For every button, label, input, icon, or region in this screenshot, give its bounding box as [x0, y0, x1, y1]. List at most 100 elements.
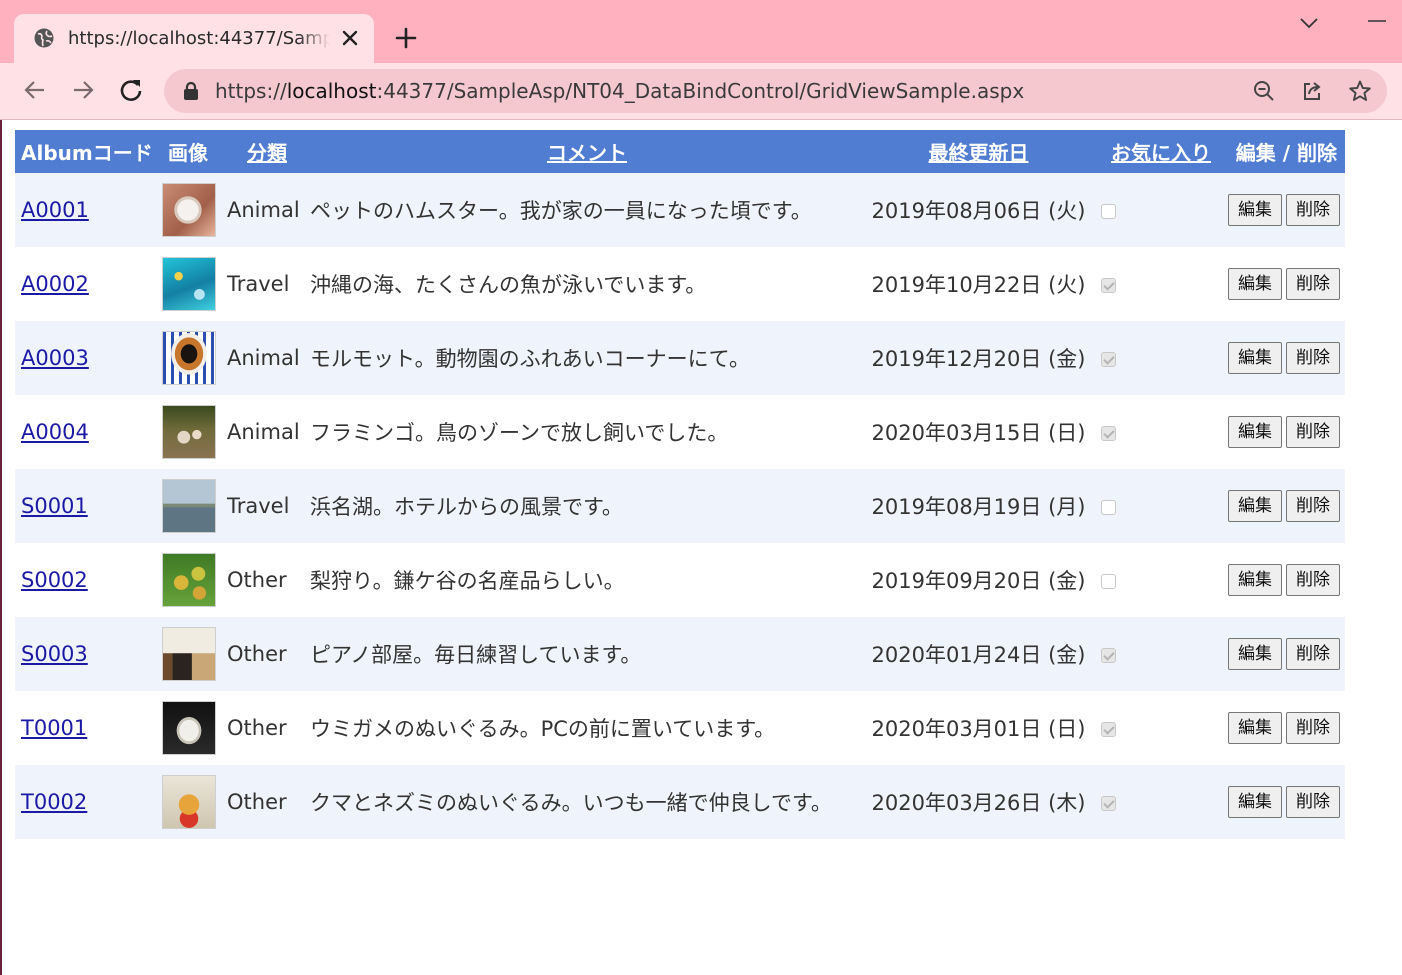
- star-icon[interactable]: [1348, 79, 1372, 103]
- comment-cell: モルモット。動物園のふれあいコーナーにて。: [310, 321, 864, 395]
- edit-button[interactable]: 編集: [1228, 564, 1282, 596]
- edit-button[interactable]: 編集: [1228, 194, 1282, 226]
- category-cell: Other: [227, 765, 310, 839]
- delete-button[interactable]: 削除: [1286, 638, 1340, 670]
- chevron-down-icon[interactable]: [1298, 12, 1320, 34]
- edit-button[interactable]: 編集: [1228, 490, 1282, 522]
- delete-button[interactable]: 削除: [1286, 712, 1340, 744]
- comment-cell: 梨狩り。鎌ケ谷の名産品らしい。: [310, 543, 864, 617]
- address-bar[interactable]: https://localhost:44377/SampleAsp/NT04_D…: [164, 69, 1387, 113]
- delete-button[interactable]: 削除: [1286, 342, 1340, 374]
- image-cell: [162, 691, 227, 765]
- delete-button[interactable]: 削除: [1286, 416, 1340, 448]
- album-code-link[interactable]: A0003: [21, 346, 89, 370]
- header-image: 画像: [162, 130, 227, 173]
- grid-body: A0001 Animal ペットのハムスター。我が家の一員になった頃です。 2019年…: [15, 173, 1345, 839]
- sort-favorite-link[interactable]: お気に入り: [1111, 141, 1211, 165]
- album-code-link[interactable]: A0001: [21, 198, 89, 222]
- header-favorite: お気に入り: [1093, 130, 1215, 173]
- category-cell: Other: [227, 543, 310, 617]
- album-code-link[interactable]: T0002: [21, 790, 87, 814]
- table-row: S0003 Other ピアノ部屋。毎日練習しています。 2020年01月24日 (金…: [15, 617, 1345, 691]
- table-row: S0002 Other 梨狩り。鎌ケ谷の名産品らしい。 2019年09月20日 (金)…: [15, 543, 1345, 617]
- header-updated: 最終更新日: [864, 130, 1093, 173]
- favorite-checkbox: [1101, 351, 1116, 367]
- album-code-cell: A0004: [15, 395, 162, 469]
- edit-button[interactable]: 編集: [1228, 638, 1282, 670]
- hamster-thumbnail: [162, 183, 216, 237]
- reload-icon[interactable]: [118, 77, 144, 103]
- pears-thumbnail: [162, 553, 216, 607]
- zoom-icon[interactable]: [1252, 79, 1276, 103]
- category-cell: Animal: [227, 173, 310, 247]
- category-cell: Other: [227, 617, 310, 691]
- updated-date-cell: 2019年09月20日 (金): [864, 543, 1093, 617]
- edit-button[interactable]: 編集: [1228, 786, 1282, 818]
- album-code-cell: T0001: [15, 691, 162, 765]
- header-actions: 編集 / 削除: [1215, 130, 1345, 173]
- delete-button[interactable]: 削除: [1286, 268, 1340, 300]
- lock-icon[interactable]: [182, 81, 200, 101]
- album-code-link[interactable]: A0004: [21, 420, 89, 444]
- header-category: 分類: [227, 130, 310, 173]
- updated-date-cell: 2019年10月22日 (火): [864, 247, 1093, 321]
- minimize-icon[interactable]: [1366, 10, 1388, 32]
- sort-comment-link[interactable]: コメント: [547, 141, 627, 165]
- favorite-cell: [1093, 617, 1215, 691]
- table-row: A0002 Travel 沖縄の海、たくさんの魚が泳いでいます。 2019年10月22…: [15, 247, 1345, 321]
- favorite-checkbox: [1101, 203, 1116, 219]
- favorite-checkbox: [1101, 277, 1116, 293]
- album-code-cell: A0003: [15, 321, 162, 395]
- url-host: localhost: [286, 79, 377, 103]
- edit-button[interactable]: 編集: [1228, 712, 1282, 744]
- album-code-cell: T0002: [15, 765, 162, 839]
- album-code-link[interactable]: S0003: [21, 642, 88, 666]
- image-cell: [162, 321, 227, 395]
- comment-cell: ピアノ部屋。毎日練習しています。: [310, 617, 864, 691]
- browser-tab[interactable]: https://localhost:44377/SampleAsp/NT04_D…: [14, 14, 374, 63]
- back-arrow-icon[interactable]: [22, 77, 48, 103]
- album-code-link[interactable]: A0002: [21, 272, 89, 296]
- image-cell: [162, 395, 227, 469]
- favorite-checkbox: [1101, 647, 1116, 663]
- lake-thumbnail: [162, 479, 216, 533]
- album-code-link[interactable]: S0002: [21, 568, 88, 592]
- sort-category-link[interactable]: 分類: [247, 141, 287, 165]
- edit-button[interactable]: 編集: [1228, 342, 1282, 374]
- url-scheme: https://: [215, 79, 287, 103]
- album-code-link[interactable]: S0001: [21, 494, 88, 518]
- delete-button[interactable]: 削除: [1286, 490, 1340, 522]
- delete-button[interactable]: 削除: [1286, 194, 1340, 226]
- table-row: T0001 Other ウミガメのぬいぐるみ。PCの前に置いています。 2020年03…: [15, 691, 1345, 765]
- delete-button[interactable]: 削除: [1286, 564, 1340, 596]
- image-cell: [162, 617, 227, 691]
- delete-button[interactable]: 削除: [1286, 786, 1340, 818]
- page-viewport: Albumコード 画像 分類 コメント 最終更新日 お気に入り 編集 / 削除 …: [0, 120, 1402, 975]
- header-album-code: Albumコード: [15, 130, 162, 173]
- actions-cell: 編集 削除: [1215, 173, 1345, 247]
- updated-date-cell: 2020年03月01日 (日): [864, 691, 1093, 765]
- comment-cell: ペットのハムスター。我が家の一員になった頃です。: [310, 173, 864, 247]
- url-path: :44377/SampleAsp/NT04_DataBindControl/Gr…: [376, 79, 1025, 103]
- close-icon[interactable]: [340, 28, 360, 48]
- image-cell: [162, 765, 227, 839]
- category-cell: Travel: [227, 469, 310, 543]
- edit-button[interactable]: 編集: [1228, 416, 1282, 448]
- actions-cell: 編集 削除: [1215, 617, 1345, 691]
- browser-toolbar: https://localhost:44377/SampleAsp/NT04_D…: [0, 63, 1402, 120]
- table-row: A0004 Animal フラミンゴ。鳥のゾーンで放し飼いでした。 2020年03月1…: [15, 395, 1345, 469]
- share-icon[interactable]: [1300, 79, 1324, 103]
- piano-room-thumbnail: [162, 627, 216, 681]
- category-cell: Animal: [227, 321, 310, 395]
- comment-cell: フラミンゴ。鳥のゾーンで放し飼いでした。: [310, 395, 864, 469]
- album-code-link[interactable]: T0001: [21, 716, 87, 740]
- table-row: S0001 Travel 浜名湖。ホテルからの風景です。 2019年08月19日 (月…: [15, 469, 1345, 543]
- forward-arrow-icon[interactable]: [70, 77, 96, 103]
- url-text[interactable]: https://localhost:44377/SampleAsp/NT04_D…: [215, 79, 1024, 103]
- updated-date-cell: 2020年03月15日 (日): [864, 395, 1093, 469]
- sort-updated-link[interactable]: 最終更新日: [929, 141, 1029, 165]
- header-comment: コメント: [310, 130, 864, 173]
- comment-cell: クマとネズミのぬいぐるみ。いつも一緒で仲良しです。: [310, 765, 864, 839]
- edit-button[interactable]: 編集: [1228, 268, 1282, 300]
- new-tab-icon[interactable]: [394, 26, 418, 50]
